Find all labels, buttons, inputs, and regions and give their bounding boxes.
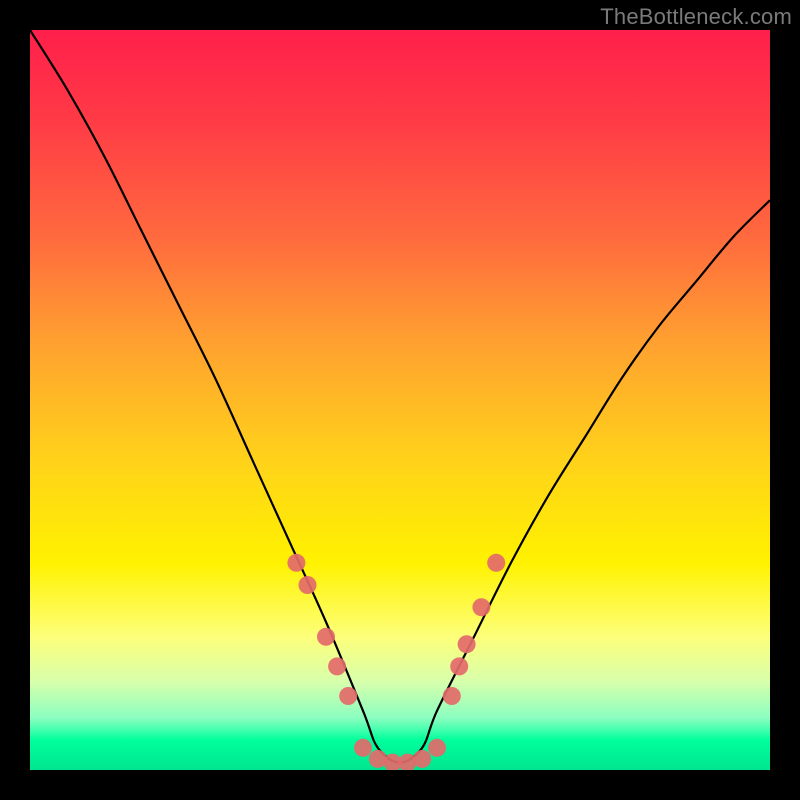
marker-dot [413, 750, 431, 768]
marker-dot [458, 635, 476, 653]
watermark-text: TheBottleneck.com [600, 4, 792, 30]
marker-dot [487, 554, 505, 572]
chart-frame: TheBottleneck.com [0, 0, 800, 800]
marker-dot [287, 554, 305, 572]
marker-dot [339, 687, 357, 705]
marker-dot [317, 628, 335, 646]
curve-layer [30, 30, 770, 770]
marker-dot [428, 739, 446, 757]
marker-dot [354, 739, 372, 757]
bottleneck-curve [30, 30, 770, 763]
marker-group [287, 554, 505, 770]
marker-dot [299, 576, 317, 594]
plot-area [30, 30, 770, 770]
marker-dot [328, 657, 346, 675]
marker-dot [450, 657, 468, 675]
marker-dot [472, 598, 490, 616]
marker-dot [443, 687, 461, 705]
